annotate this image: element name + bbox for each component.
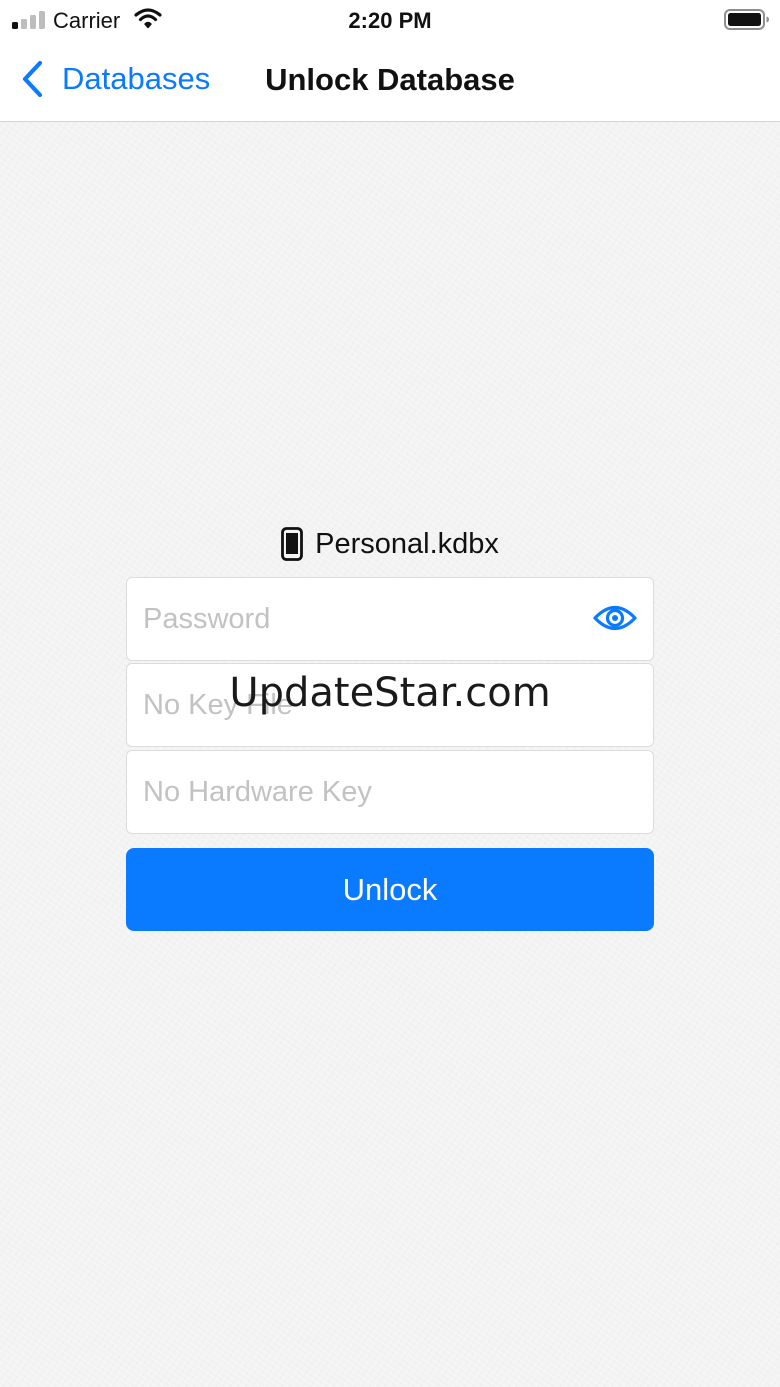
- password-input[interactable]: [127, 578, 653, 660]
- phone-icon: [281, 527, 304, 561]
- status-bar: Carrier 2:20 PM: [0, 0, 780, 40]
- key-file-field[interactable]: No Key File: [126, 663, 654, 747]
- page-title: Unlock Database: [265, 62, 515, 97]
- hardware-key-field[interactable]: No Hardware Key: [126, 750, 654, 834]
- navigation-bar: Databases Unlock Database: [0, 40, 780, 122]
- eye-icon[interactable]: [593, 603, 637, 633]
- status-time: 2:20 PM: [348, 8, 432, 33]
- key-file-label: No Key File: [143, 688, 293, 721]
- hardware-key-label: No Hardware Key: [143, 775, 372, 808]
- unlock-button[interactable]: Unlock: [126, 848, 654, 931]
- database-header: Personal.kdbx: [0, 524, 780, 564]
- database-name: Personal.kdbx: [315, 527, 499, 560]
- password-field[interactable]: [126, 577, 654, 661]
- battery-icon: [724, 9, 769, 30]
